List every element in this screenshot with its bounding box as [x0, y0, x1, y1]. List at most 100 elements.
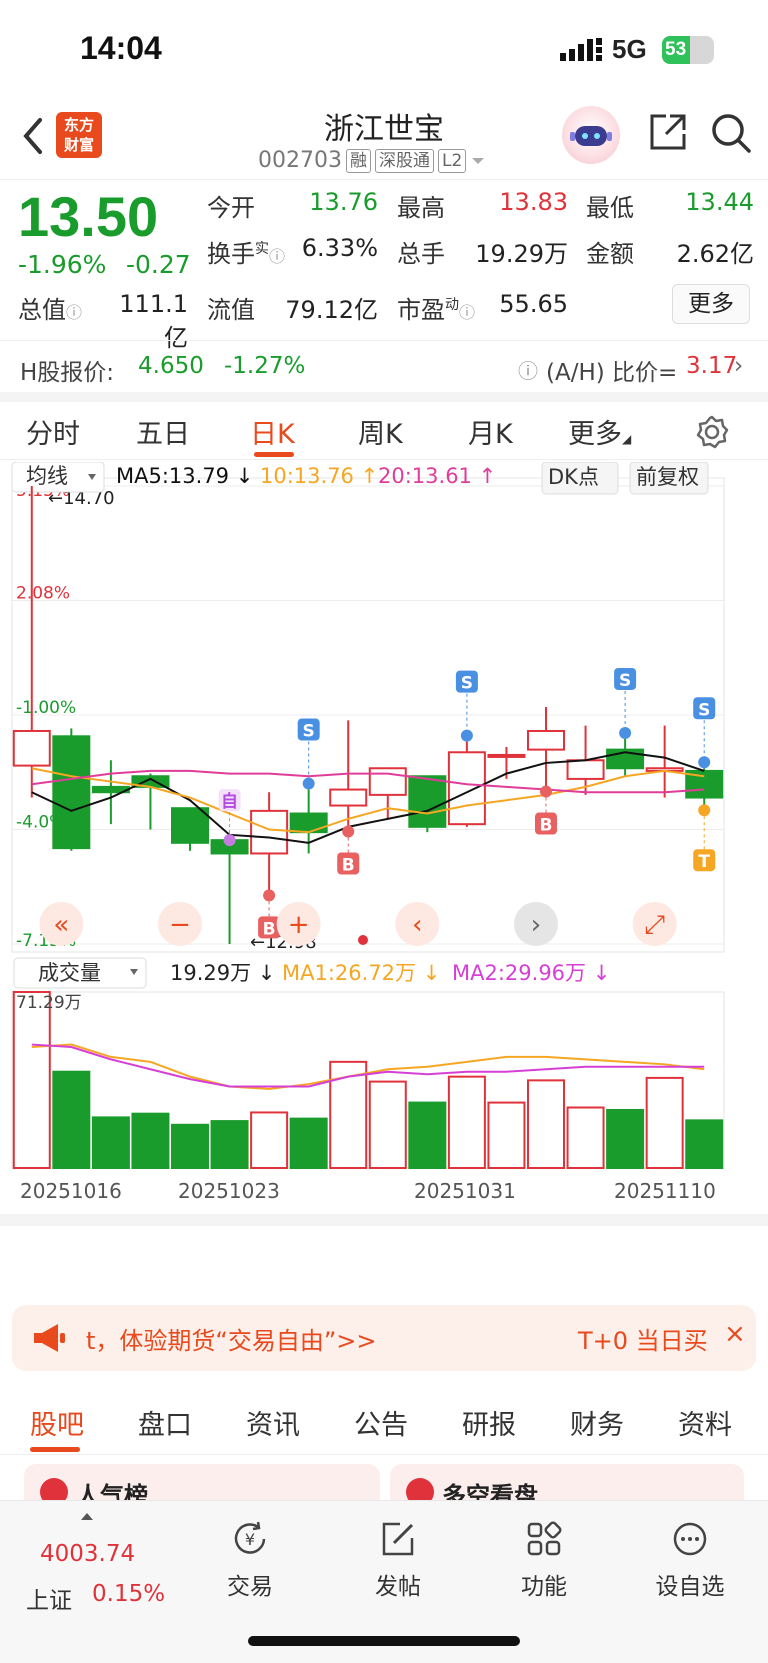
search-icon[interactable] — [710, 112, 752, 154]
ma20-legend: 20:13.61 ↑ — [378, 464, 496, 488]
low-label: 最低 — [586, 194, 634, 222]
candle-body — [250, 809, 289, 855]
nav-custom-label: 设自选 — [655, 1574, 725, 1600]
signal-label: B — [263, 919, 276, 939]
tab-profile[interactable]: 资料 — [678, 1403, 732, 1442]
h-share-row[interactable]: H股报价: 4.650 -1.27% ⓘ (A/H) 比价= 3.17 › — [0, 340, 768, 402]
kline-chart[interactable]: 5.15%2.08%-1.00%-4.0%-7.15%←14.70←12.98 … — [0, 462, 768, 1290]
signal-dot — [698, 756, 711, 769]
assistant-avatar-icon[interactable] — [562, 106, 620, 164]
signal-label: S — [619, 671, 631, 691]
x-axis-label: 20251031 — [414, 1179, 516, 1203]
volume-bar — [606, 1108, 645, 1170]
tab-daily-k[interactable]: 日K — [250, 412, 295, 451]
settings-gear-icon[interactable] — [694, 414, 730, 450]
candle-body — [487, 753, 526, 758]
candle-body — [527, 729, 565, 751]
tab-announcements[interactable]: 公告 — [354, 1403, 408, 1442]
open-value: 13.76 — [309, 188, 378, 216]
nav-post[interactable]: 发帖 — [348, 1519, 448, 1601]
close-icon[interactable]: × — [724, 1319, 746, 1349]
signal-label: S — [303, 722, 315, 742]
tab-five-day[interactable]: 五日 — [136, 412, 190, 451]
help-icon[interactable]: ⓘ — [518, 355, 538, 384]
stock-header: 东方 财富 浙江世宝 002703 融 深股通 L2 — [0, 100, 768, 180]
signal-dot — [460, 729, 473, 742]
y-axis-label: 2.08% — [16, 584, 70, 604]
nav-custom[interactable]: 设自选 — [640, 1519, 740, 1601]
period-tabs: 分时 五日 日K 周K 月K 更多◢ — [0, 402, 768, 460]
signal-label: 自 — [221, 791, 238, 812]
x-axis-label: 20251023 — [178, 1179, 280, 1203]
candle-body — [171, 807, 209, 844]
cards-row: 人气榜 多空看盘 — [0, 1456, 768, 1501]
candle-body — [368, 767, 407, 796]
x-axis-label: 20251016 — [20, 1179, 122, 1203]
volume-bar — [210, 1120, 249, 1170]
amount-value: 2.62亿 — [676, 240, 754, 268]
candle-body — [52, 735, 91, 850]
ah-ratio-label: (A/H) 比价= — [546, 360, 678, 386]
float-label: 流值 — [207, 296, 255, 324]
nav-trade[interactable]: ¥ 交易 — [200, 1519, 300, 1601]
volume-max-label: 71.29万 — [16, 993, 82, 1013]
tab-monthly-k[interactable]: 月K — [468, 412, 513, 451]
tab-more[interactable]: 更多◢ — [568, 412, 631, 451]
tab-intraday[interactable]: 分时 — [26, 412, 80, 451]
scroll-left-glyph: « — [53, 910, 69, 940]
stock-subtitle[interactable]: 002703 融 深股通 L2 — [258, 148, 486, 173]
more-button[interactable]: 更多 — [672, 284, 750, 324]
nav-functions-label: 功能 — [521, 1574, 567, 1600]
candle-body — [12, 729, 51, 767]
tab-guba[interactable]: 股吧 — [30, 1403, 84, 1442]
tab-news[interactable]: 资讯 — [246, 1403, 300, 1442]
tab-weekly-k[interactable]: 周K — [358, 412, 403, 451]
section-divider — [0, 1214, 768, 1226]
index-name: 上证 — [26, 1588, 72, 1614]
promo-right-text: T+0 当日买 — [578, 1327, 708, 1355]
nav-functions[interactable]: 功能 — [494, 1519, 594, 1601]
nav-post-label: 发帖 — [375, 1574, 421, 1600]
vol-ma1-legend: MA1:26.72万 ↓ — [282, 961, 440, 985]
volume-bar — [368, 1080, 407, 1169]
nav-trade-label: 交易 — [227, 1574, 273, 1600]
h-share-label: H股报价: — [20, 360, 115, 386]
change-pct: -1.96% — [18, 250, 107, 279]
popularity-card-title: 人气榜 — [76, 1482, 148, 1501]
volume-bar — [527, 1079, 565, 1169]
mcap-label: 总值ⓘ — [18, 296, 83, 324]
volume-bar — [91, 1116, 130, 1170]
volume-bar — [329, 1060, 368, 1169]
candle-body — [329, 788, 368, 807]
index-value[interactable]: 4003.74 — [40, 1541, 135, 1567]
tab-pankou[interactable]: 盘口 — [138, 1403, 192, 1442]
volume-bar — [447, 1075, 486, 1169]
chevron-right-icon: › — [734, 353, 744, 379]
more-dots-icon — [673, 1522, 707, 1556]
turnover-label: 换手实ⓘ — [207, 240, 286, 268]
h-share-pct: -1.27% — [224, 353, 306, 379]
volume-legend: 19.29万 ↓ — [170, 961, 275, 985]
volume-bar — [171, 1123, 209, 1170]
volume-bar — [131, 1112, 170, 1170]
volume-value: 19.29万 — [475, 240, 568, 268]
promo-banner[interactable]: t，体验期货“交易自由”>> T+0 当日买 × — [12, 1305, 756, 1371]
high-label: 最高 — [397, 194, 445, 222]
signal-dot — [619, 726, 632, 739]
turnover-value: 6.33% — [301, 234, 378, 262]
tab-research[interactable]: 研报 — [462, 1403, 516, 1442]
active-tab-underline — [30, 1447, 80, 1452]
volume-bar — [12, 991, 51, 1169]
zoom-out-glyph: − — [169, 910, 191, 940]
tab-finance[interactable]: 财务 — [570, 1403, 624, 1442]
share-icon[interactable] — [648, 112, 688, 152]
volume-bar — [289, 1117, 328, 1169]
zoom-in-glyph: + — [288, 910, 310, 940]
ma5-legend: MA5:13.79 ↓ — [116, 464, 253, 488]
volume-bar — [685, 1119, 724, 1169]
signal-label: B — [540, 816, 553, 836]
h-share-price: 4.650 — [138, 353, 204, 379]
signal-icon — [560, 38, 602, 61]
battery-level: 53 — [665, 39, 687, 60]
status-time: 14:04 — [80, 30, 162, 66]
